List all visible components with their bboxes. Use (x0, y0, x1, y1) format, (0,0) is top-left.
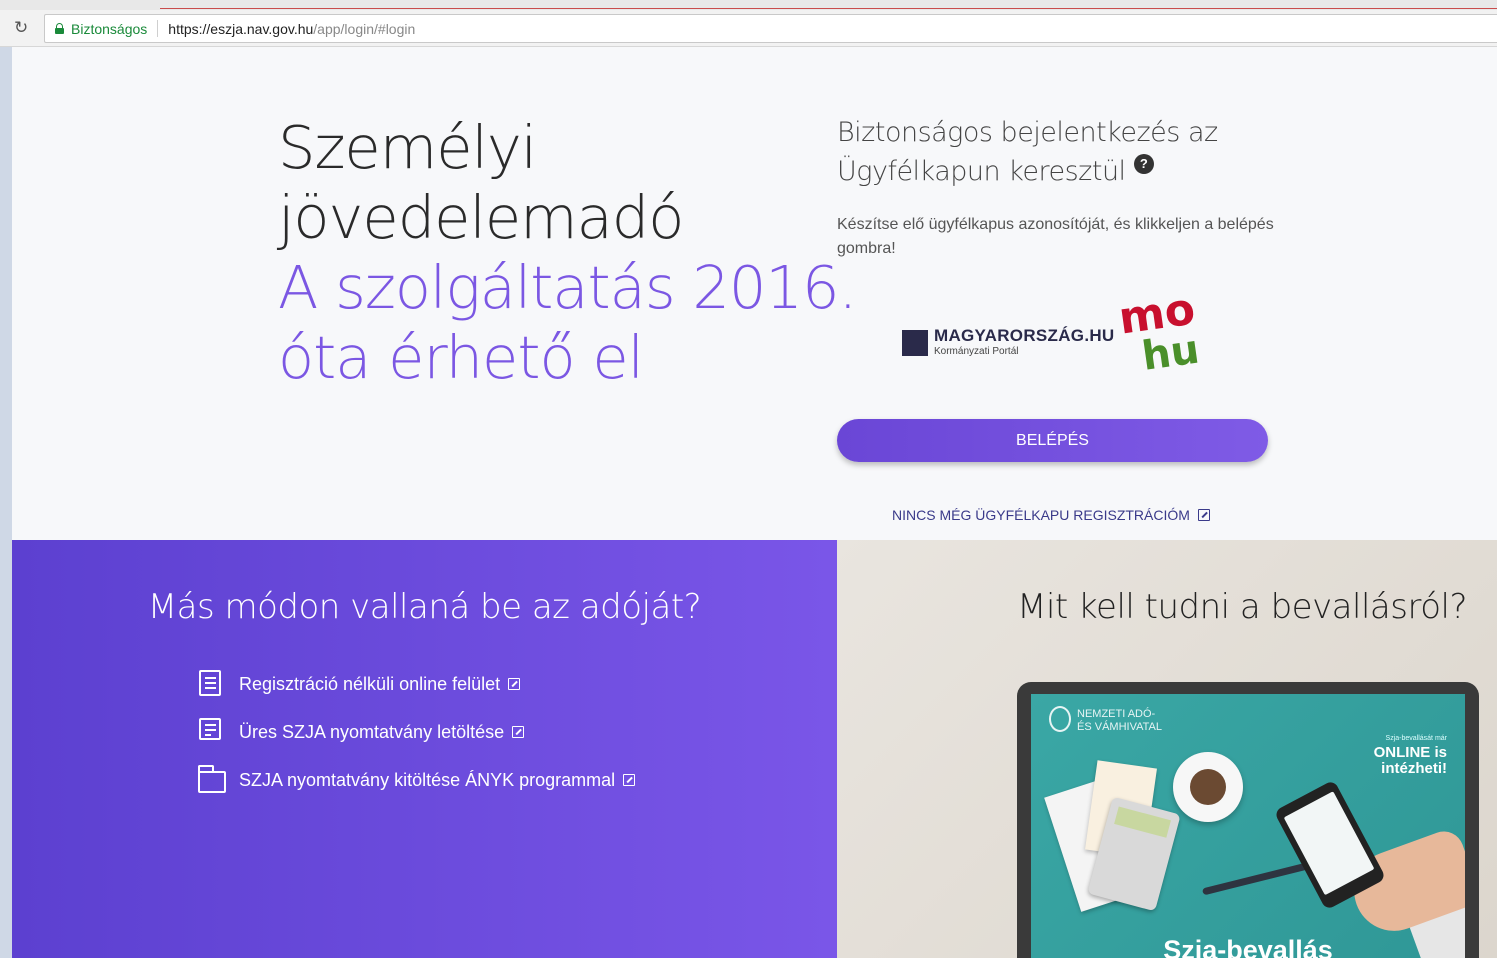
nav-emblem-icon (1049, 706, 1071, 732)
nav-logo-line: NEMZETI ADÓ- (1077, 708, 1156, 720)
alternative-label: Regisztráció nélküli online felület (239, 673, 501, 694)
info-heading: Mit kell tudni a bevallásról? (1017, 587, 1467, 627)
login-heading-line: Ügyfélkapun keresztül (837, 156, 1126, 187)
external-link-icon (623, 774, 636, 786)
hero-section: Személyi jövedelemadó A szolgáltatás 201… (12, 47, 1497, 540)
online-callout: Szja-bevallását már ONLINE is intézheti! (1327, 734, 1447, 777)
login-heading-line: Biztonságos bejelentkezés az (837, 117, 1218, 148)
alternative-link-online[interactable]: Regisztráció nélküli online felület (198, 670, 521, 698)
page-title: Személyi jövedelemadó A szolgáltatás 201… (278, 113, 857, 393)
title-line: Személyi (278, 113, 537, 182)
portal-subtitle: Kormányzati Portál (934, 346, 1019, 357)
external-link-icon (508, 678, 521, 690)
title-line: jövedelemadó (278, 183, 684, 252)
online-callout-small: Szja-bevallását már (1385, 735, 1447, 742)
window-frame-edge (0, 0, 12, 958)
external-link-icon (1197, 509, 1210, 521)
register-link[interactable]: NINCS MÉG ÜGYFÉLKAPU REGISZTRÁCIÓM (892, 507, 1210, 523)
url-separator (157, 20, 159, 37)
alternative-label: SZJA nyomtatvány kitöltése ÁNYK programm… (239, 769, 616, 790)
video-screen: NEMZETI ADÓ- ÉS VÁMHIVATAL Szja-bevallás… (1031, 694, 1465, 958)
info-panel: Mit kell tudni a bevallásról? NEMZETI AD… (837, 540, 1497, 958)
coffee-cup-illustration (1173, 752, 1243, 822)
online-callout-line: intézheti! (1381, 760, 1447, 777)
online-callout-line: ONLINE is (1373, 744, 1447, 761)
portal-logo-square (902, 330, 928, 356)
login-heading: Biztonságos bejelentkezés az Ügyfélkapun… (837, 113, 1257, 191)
portal-name: MAGYARORSZÁG.HU (934, 326, 1115, 345)
magyarorszag-portal-logo: MAGYARORSZÁG.HU Kormányzati Portál mo hu (902, 282, 1222, 382)
reload-icon[interactable]: ↻ (14, 18, 28, 38)
secure-label: Biztonságos (71, 20, 148, 37)
alternative-link-anyk[interactable]: SZJA nyomtatvány kitöltése ÁNYK programm… (198, 765, 636, 794)
login-description: Készítse elő ügyfélkapus azonosítóját, é… (837, 216, 1274, 257)
alternatives-heading: Más módon vallaná be az adóját? (147, 587, 702, 627)
address-bar[interactable]: Biztonságos https://eszja.nav.gov.hu/app… (44, 14, 1497, 43)
external-link-icon (512, 726, 525, 738)
alternative-link-download[interactable]: Üres SZJA nyomtatvány letöltése (198, 718, 525, 746)
lock-icon (55, 23, 64, 34)
nav-logo-text: NEMZETI ADÓ- ÉS VÁMHIVATAL (1077, 708, 1162, 734)
alternative-label: Üres SZJA nyomtatvány letöltése (239, 721, 505, 742)
browser-toolbar: ↻ Biztonságos https://eszja.nav.gov.hu/a… (0, 0, 1497, 47)
url-host: https://eszja.nav.gov.hu (168, 20, 314, 37)
title-accent-line: A szolgáltatás 2016. (278, 253, 857, 322)
badge-hu-text: hu (1139, 326, 1202, 379)
video-banner-title: Szja-bevallás (1163, 935, 1333, 958)
folder-icon (198, 765, 226, 794)
alternatives-panel: Más módon vallaná be az adóját? Regisztr… (12, 540, 837, 958)
nav-logo-line: ÉS VÁMHIVATAL (1077, 721, 1162, 733)
tab-strip (0, 0, 1497, 10)
document-list-icon (198, 670, 224, 698)
url-path: /app/login/#login (313, 20, 416, 37)
mo-hu-badge-icon: mo hu (1116, 284, 1202, 380)
document-download-icon (198, 718, 224, 746)
help-icon[interactable]: ? (1133, 154, 1154, 174)
title-accent-line: óta érhető el (278, 323, 644, 392)
register-link-label: NINCS MÉG ÜGYFÉLKAPU REGISZTRÁCIÓM (892, 507, 1190, 523)
video-thumbnail[interactable]: NEMZETI ADÓ- ÉS VÁMHIVATAL Szja-bevallás… (1017, 682, 1479, 958)
login-button[interactable]: BELÉPÉS (837, 419, 1268, 462)
